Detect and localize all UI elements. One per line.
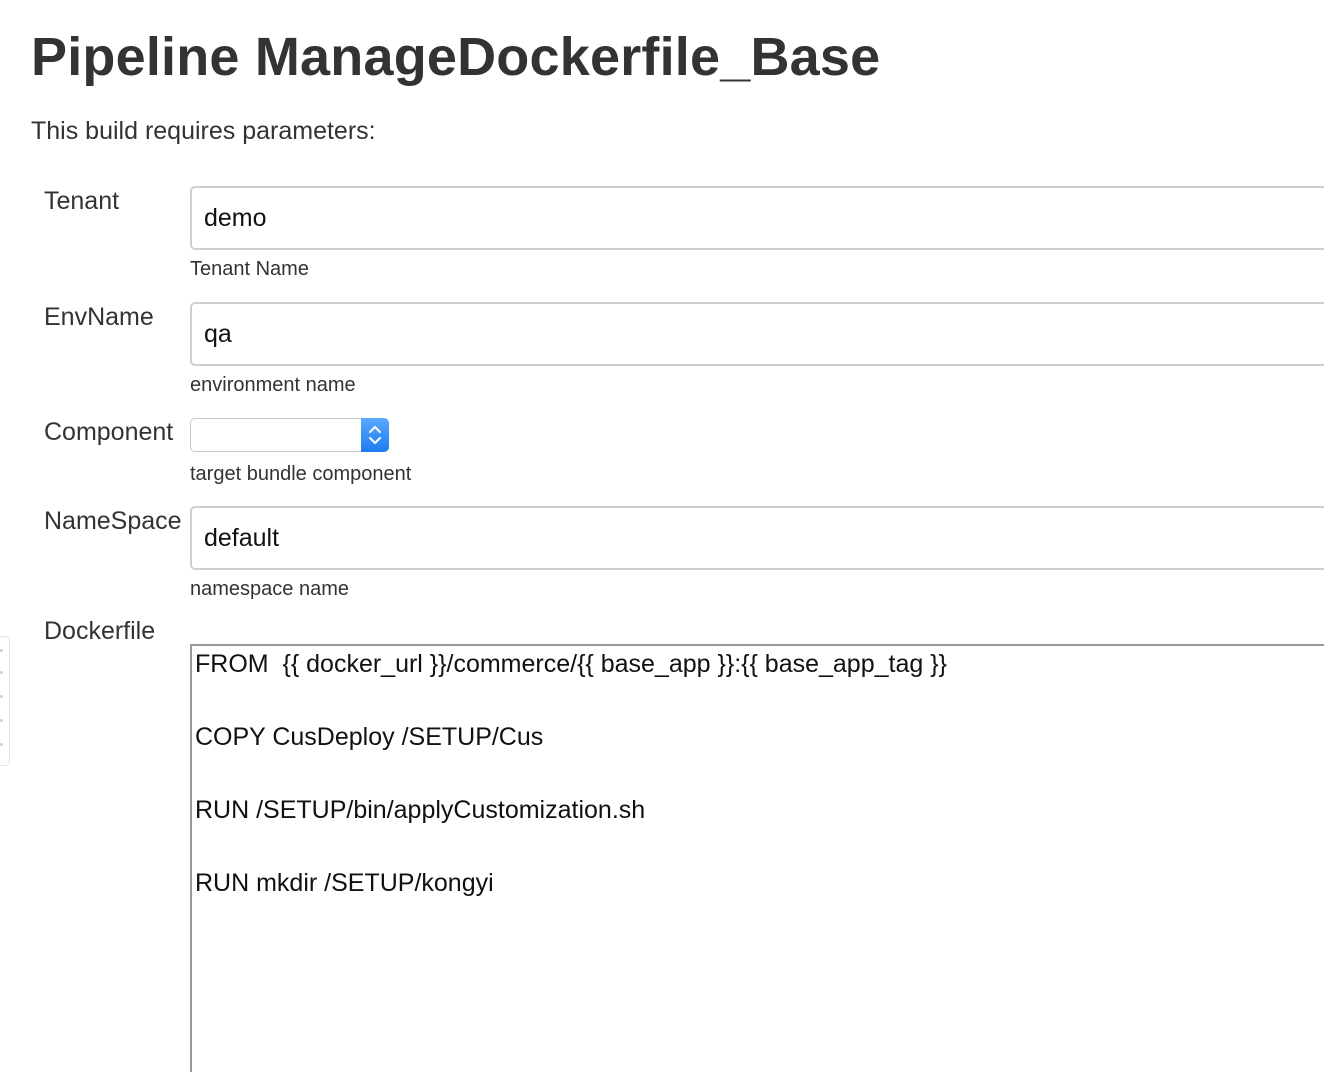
intro-text: This build requires parameters: [31, 117, 376, 145]
envname-input[interactable] [190, 302, 1324, 366]
tenant-description: Tenant Name [190, 258, 309, 280]
grip-dots-icon[interactable] [0, 636, 10, 766]
envname-description: environment name [190, 374, 356, 396]
page-title: Pipeline ManageDockerfile_Base [31, 27, 881, 87]
dockerfile-label: Dockerfile [44, 617, 156, 645]
namespace-description: namespace name [190, 578, 349, 600]
tenant-input[interactable] [190, 186, 1324, 250]
component-description: target bundle component [190, 463, 412, 485]
tenant-label: Tenant [44, 187, 120, 215]
namespace-input[interactable] [190, 506, 1324, 570]
envname-label: EnvName [44, 303, 154, 331]
component-label: Component [44, 418, 174, 446]
up-down-chevron-icon[interactable] [361, 418, 389, 452]
build-parameters-page: Pipeline ManageDockerfile_Base This buil… [0, 0, 1324, 1072]
dockerfile-textarea[interactable]: FROM {{ docker_url }}/commerce/{{ base_a… [190, 644, 1324, 1072]
namespace-label: NameSpace [44, 507, 182, 535]
component-select[interactable] [190, 418, 389, 452]
